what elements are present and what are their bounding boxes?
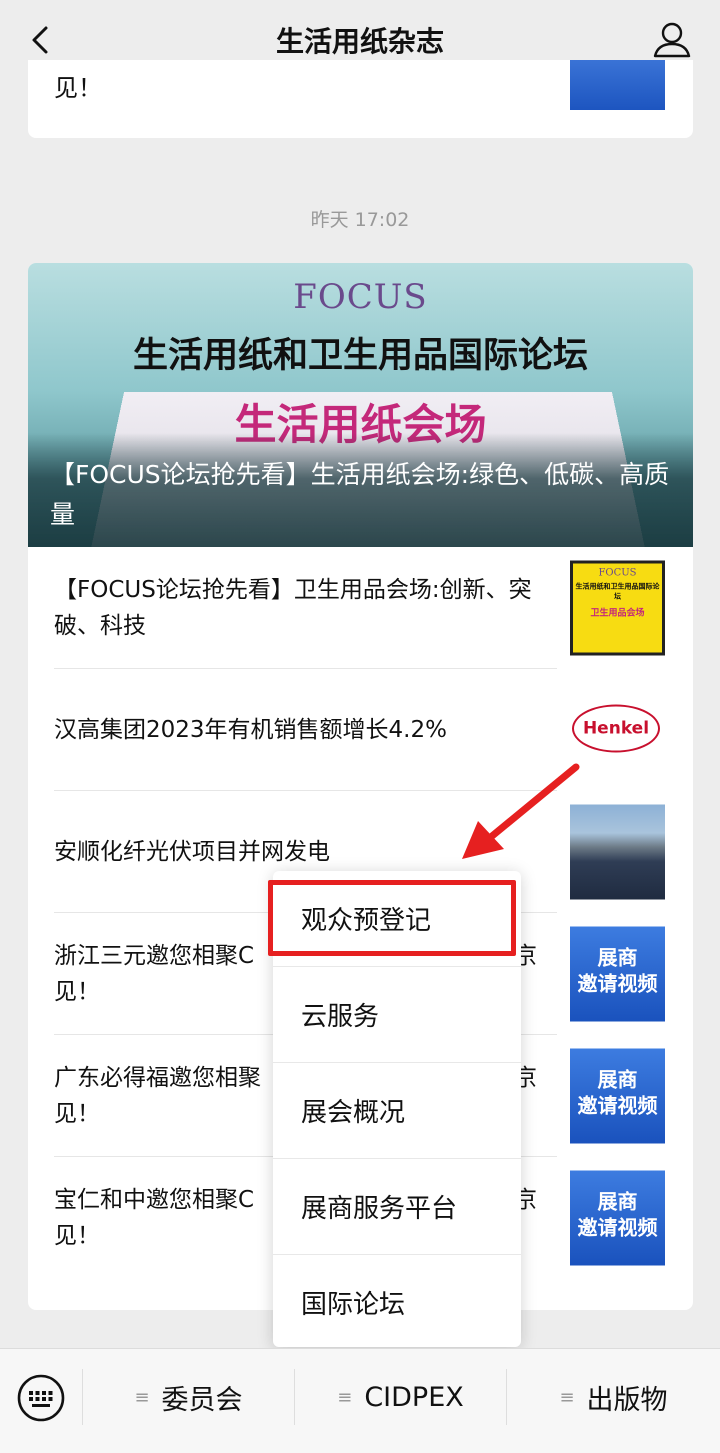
- thumb-logo-text: FOCUS: [573, 568, 662, 579]
- page-title: 生活用纸杂志: [276, 20, 444, 60]
- banner-headline: 生活用纸和卫生用品国际论坛: [28, 327, 693, 378]
- list-item[interactable]: 【FOCUS论坛抢先看】卫生用品会场:创新、突破、科技 FOCUS 生活用纸和卫…: [28, 547, 693, 669]
- thumb-subhead-text: 卫生用品会场: [573, 606, 662, 619]
- featured-article-banner[interactable]: FOCUS 生活用纸和卫生用品国际论坛 生活用纸会场 【FOCUS论坛抢先看】生…: [28, 263, 693, 547]
- tab-publications[interactable]: ≡ 出版物: [507, 1349, 720, 1445]
- title-second-line: 见！: [54, 1101, 100, 1127]
- keyboard-toggle-icon[interactable]: [16, 1373, 66, 1423]
- tab-label: 委员会: [162, 1378, 243, 1417]
- focus-logo: FOCUS: [28, 277, 693, 317]
- tab-label: 出版物: [587, 1378, 668, 1417]
- message-timestamp: 昨天 17:02: [0, 205, 720, 232]
- bottom-menu-bar: ≡ 委员会 ≡ CIDPEX ≡ 出版物: [0, 1348, 720, 1453]
- menu-item-exhibition-overview[interactable]: 展会概况: [273, 1063, 521, 1158]
- tab-cidpex[interactable]: ≡ CIDPEX: [295, 1349, 506, 1445]
- menu-item-cloud-service[interactable]: 云服务: [273, 967, 521, 1062]
- featured-article-title: 【FOCUS论坛抢先看】生活用纸会场:绿色、低碳、高质量: [50, 455, 680, 535]
- article-title-fragment: 见！: [54, 68, 102, 103]
- article-thumbnail: FOCUS 生活用纸和卫生用品国际论坛 卫生用品会场: [570, 561, 665, 656]
- back-arrow-icon[interactable]: [22, 20, 62, 60]
- title-visible-part: 浙江三元邀您相聚C: [54, 943, 254, 969]
- menu-item-international-forum[interactable]: 国际论坛: [273, 1255, 521, 1350]
- tab-committee[interactable]: ≡ 委员会: [83, 1349, 294, 1445]
- title-second-line: 见！: [54, 1223, 100, 1249]
- exhibitor-video-thumbnail: 展商 邀请视频: [570, 1049, 665, 1144]
- exhibitor-video-thumbnail: 展商 邀请视频: [570, 927, 665, 1022]
- menu-item-exhibitor-service[interactable]: 展商服务平台: [273, 1159, 521, 1254]
- thumb-headline-text: 生活用纸和卫生用品国际论坛: [573, 582, 662, 602]
- article-thumbnail: [570, 60, 665, 110]
- henkel-logo: Henkel: [572, 705, 660, 753]
- menu-lines-icon: ≡: [134, 1387, 149, 1408]
- title-visible-part: 宝仁和中邀您相聚C: [54, 1187, 254, 1213]
- red-arrow-annotation-icon: [450, 755, 590, 865]
- previous-article-card[interactable]: 见！: [28, 60, 693, 138]
- title-visible-part: 广东必得福邀您相聚: [54, 1065, 261, 1091]
- menu-lines-icon: ≡: [559, 1387, 574, 1408]
- tab-label: CIDPEX: [364, 1382, 463, 1413]
- exhibitor-video-thumbnail: 展商 邀请视频: [570, 1171, 665, 1266]
- list-item[interactable]: 汉高集团2023年有机销售额增长4.2% Henkel: [28, 669, 693, 791]
- red-highlight-box: [268, 880, 516, 956]
- menu-lines-icon: ≡: [337, 1387, 352, 1408]
- article-title: 【FOCUS论坛抢先看】卫生用品会场:创新、突破、科技: [54, 572, 543, 644]
- title-second-line: 见！: [54, 979, 100, 1005]
- article-title: 汉高集团2023年有机销售额增长4.2%: [54, 712, 543, 748]
- user-profile-icon[interactable]: [650, 18, 694, 62]
